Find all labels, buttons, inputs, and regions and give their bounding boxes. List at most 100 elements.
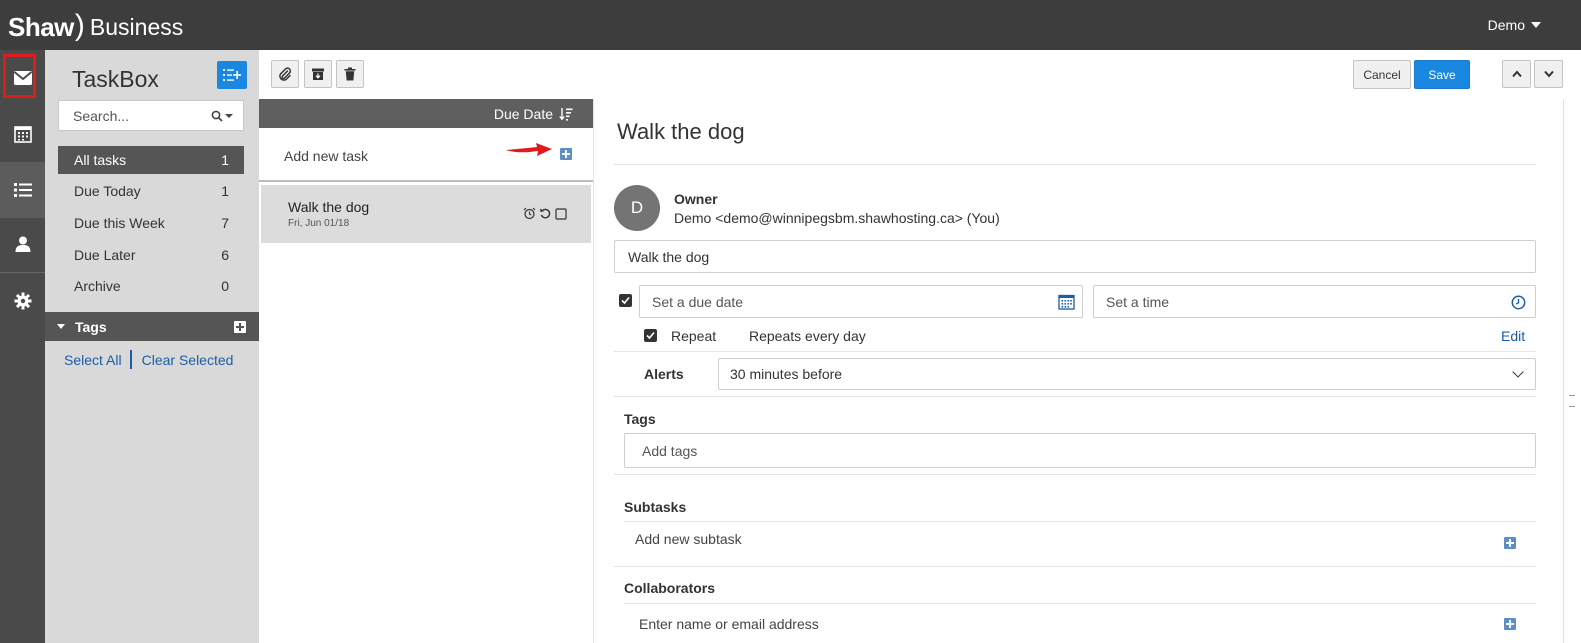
user-menu[interactable]: Demo xyxy=(1488,17,1541,33)
owner-label: Owner xyxy=(674,191,718,207)
collaborator-input[interactable]: Enter name or email address xyxy=(639,616,819,632)
archive-box-icon xyxy=(312,68,324,80)
clear-selected-link[interactable]: Clear Selected xyxy=(142,352,234,368)
top-bar: Shaw ) Business Demo xyxy=(0,0,1581,50)
scroll-grip[interactable] xyxy=(1569,395,1575,407)
select-all-link[interactable]: Select All xyxy=(64,352,122,368)
folder-label: Due Later xyxy=(74,247,136,263)
tags-input[interactable]: Add tags xyxy=(624,433,1536,468)
add-collaborator-plus-icon[interactable] xyxy=(1504,618,1516,630)
rail-settings[interactable] xyxy=(0,273,45,329)
alerts-value: 30 minutes before xyxy=(730,366,843,382)
paperclip-icon xyxy=(279,67,292,81)
task-detail-title: Walk the dog xyxy=(617,119,745,144)
clock-icon[interactable] xyxy=(1511,295,1526,310)
link-separator xyxy=(129,350,132,369)
folder-label: Archive xyxy=(74,278,121,294)
task-name-value: Walk the dog xyxy=(628,248,710,265)
add-subtask-plus-icon[interactable] xyxy=(1504,537,1516,549)
folder-count: 1 xyxy=(221,183,229,199)
collapse-caret-icon[interactable] xyxy=(57,324,65,329)
time-field[interactable]: Set a time xyxy=(1093,285,1536,318)
subtasks-label: Subtasks xyxy=(624,499,687,515)
tags-placeholder: Add tags xyxy=(642,442,698,459)
tag-selection-links: Select All Clear Selected xyxy=(64,350,233,369)
red-arrow-annotation xyxy=(506,143,552,156)
divider xyxy=(624,603,1536,604)
user-name: Demo xyxy=(1487,17,1525,33)
tags-section-header[interactable]: Tags xyxy=(45,312,259,341)
archive-button[interactable] xyxy=(304,60,332,88)
folder-archive[interactable]: Archive 0 xyxy=(58,272,244,300)
new-task-button[interactable] xyxy=(217,61,247,89)
scrollbar[interactable] xyxy=(1563,99,1581,643)
app-rail xyxy=(0,50,45,643)
sort-header[interactable]: Due Date xyxy=(259,99,593,128)
avatar: D xyxy=(614,185,660,231)
task-name-field[interactable]: Walk the dog xyxy=(614,240,1536,273)
folder-count: 7 xyxy=(221,215,229,231)
logo-paren: ) xyxy=(74,9,85,42)
add-new-task-label[interactable]: Add new task xyxy=(284,148,368,164)
rail-contacts[interactable] xyxy=(0,216,45,272)
chevron-down-icon xyxy=(1543,70,1554,78)
add-task-plus-icon[interactable] xyxy=(560,148,572,160)
alerts-label: Alerts xyxy=(644,366,684,382)
sort-label: Due Date xyxy=(493,105,553,122)
highlight-box xyxy=(3,54,36,98)
divider xyxy=(614,474,1536,475)
caret-down-icon xyxy=(1531,22,1541,28)
rail-tasks[interactable] xyxy=(0,162,45,218)
add-subtask-input[interactable]: Add new subtask xyxy=(635,531,742,547)
search-box[interactable]: Search... xyxy=(58,100,244,131)
collaborators-label: Collaborators xyxy=(624,580,716,596)
contacts-icon xyxy=(15,236,30,252)
chevron-down-icon xyxy=(1512,366,1524,378)
add-tag-icon[interactable] xyxy=(234,321,246,333)
task-list-item[interactable]: Walk the dog Fri, Jun 01/18 xyxy=(261,185,591,243)
search-icon xyxy=(211,110,223,122)
attach-button[interactable] xyxy=(271,60,299,88)
cancel-button[interactable]: Cancel xyxy=(1353,60,1411,89)
tasks-list-icon xyxy=(13,183,32,197)
divider xyxy=(614,566,1536,567)
save-button[interactable]: Save xyxy=(1414,60,1470,89)
tags-label: Tags xyxy=(624,411,656,427)
add-task-row[interactable]: Add new task xyxy=(259,128,593,182)
edit-repeat-link[interactable]: Edit xyxy=(1501,328,1525,344)
search-input[interactable]: Search... xyxy=(73,108,211,124)
settings-gear-icon xyxy=(14,292,31,310)
search-options[interactable] xyxy=(211,110,233,122)
repeat-value: Repeats every day xyxy=(749,328,866,344)
task-status-icons xyxy=(523,207,567,220)
alerts-select[interactable]: 30 minutes before xyxy=(718,358,1536,390)
due-date-checkbox[interactable] xyxy=(619,294,632,307)
complete-checkbox-icon[interactable] xyxy=(555,207,567,220)
divider xyxy=(614,396,1536,397)
delete-button[interactable] xyxy=(336,60,364,88)
calendar-icon xyxy=(13,126,32,143)
alarm-clock-icon xyxy=(523,207,536,220)
rail-calendar[interactable] xyxy=(0,106,45,162)
shaw-business-logo[interactable]: Shaw ) Business xyxy=(8,9,183,44)
calendar-icon[interactable] xyxy=(1058,294,1075,310)
folder-count: 1 xyxy=(221,152,229,168)
time-placeholder: Set a time xyxy=(1106,293,1170,310)
add-task-list-icon xyxy=(223,69,241,81)
due-date-field[interactable]: Set a due date xyxy=(639,285,1083,318)
folder-label: Due this Week xyxy=(74,215,165,231)
folder-due-later[interactable]: Due Later 6 xyxy=(58,241,244,269)
folder-due-this-week[interactable]: Due this Week 7 xyxy=(58,209,244,237)
sort-descending-icon xyxy=(559,107,573,121)
previous-task-button[interactable] xyxy=(1502,60,1531,88)
taskbox-sidebar: TaskBox Search... All tasks 1 Due Today … xyxy=(45,50,259,643)
trash-icon xyxy=(344,67,356,81)
toolbar: Cancel Save xyxy=(259,50,1581,99)
repeat-checkbox[interactable] xyxy=(644,329,657,342)
next-task-button[interactable] xyxy=(1534,60,1563,88)
folder-all-tasks[interactable]: All tasks 1 xyxy=(58,146,244,174)
folder-due-today[interactable]: Due Today 1 xyxy=(58,177,244,205)
rail-mail[interactable] xyxy=(0,50,45,106)
repeat-label: Repeat xyxy=(671,328,717,344)
taskbox-title: TaskBox xyxy=(72,66,159,92)
